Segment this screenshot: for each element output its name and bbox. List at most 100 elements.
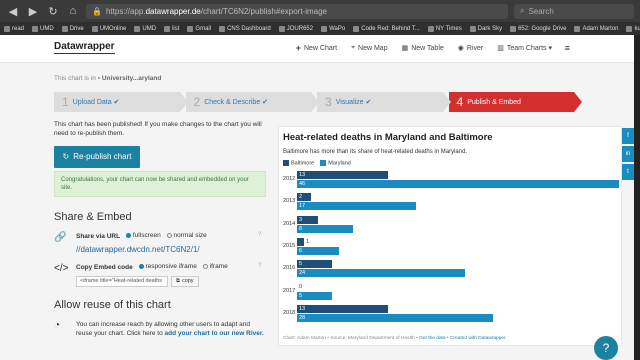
bookmark-item[interactable]: CNS Dashboard [219,25,271,32]
embed-code-input[interactable]: <iframe title="Heat-related deaths [76,275,168,287]
facebook-icon[interactable]: f [622,128,634,144]
normal-size-radio[interactable]: normal size [166,232,207,239]
url-bar[interactable]: 🔒 https://app.datawrapper.de/chart/TC6N2… [86,3,508,19]
window-edge [634,35,640,360]
step-upload-data[interactable]: 1 Upload Data ✔ [54,92,187,112]
year-label: 2017 [283,287,296,294]
reuse-heading: Allow reuse of this chart [54,298,171,311]
bookmark-item[interactable]: list [164,25,179,32]
bookmark-item[interactable]: JOUR652 [278,25,313,32]
link-icon: 🔗 [54,231,67,243]
step-visualize[interactable]: 3 Visualize ✔ [317,92,450,112]
bar-value-label: 17 [299,203,306,210]
browser-toolbar: ◀ ▶ ↻ ⌂ 🔒 https://app.datawrapper.de/cha… [0,0,640,22]
bookmark-item[interactable]: Dark Sky [469,25,502,32]
bookmark-item[interactable]: read [4,25,24,32]
fullscreen-radio[interactable]: fullscreen [125,232,161,239]
chart-legend: Baltimore Maryland [283,160,351,166]
share-url-link[interactable]: //datawrapper.dwcdn.net/TC6N2/1/ [76,245,248,254]
river-icon: ◉ [457,45,464,52]
year-label: 2012 [283,176,296,182]
bar-value-label: 6 [299,247,303,254]
help-icon[interactable]: ? [258,263,266,287]
bookmark-icon [134,25,141,32]
bookmark-item[interactable]: Adam Marton [574,25,618,32]
bar-chart-icon: ▥ [497,45,504,52]
menu-icon[interactable]: ≡ [565,43,570,53]
bookmark-icon [321,25,328,32]
browser-search-input[interactable]: ⌕ Search [514,3,634,19]
bar-baltimore: 5 [297,260,332,269]
help-chat-button[interactable]: ? [594,336,618,360]
bookmark-item[interactable]: kuler [626,25,640,32]
bar-value-label: 2 [299,194,303,201]
chart-preview: Heat-related deaths in Maryland and Balt… [278,126,622,346]
add-to-river-link[interactable]: add your chart to our new River. [165,330,264,337]
chart-title: Heat-related deaths in Maryland and Balt… [283,132,493,143]
help-icon[interactable]: ? [258,232,266,254]
table-icon: ▦ [401,45,409,52]
copy-icon: ⧉ [176,277,180,284]
bookmark-icon [61,25,68,32]
republish-button[interactable]: ↻ Re-publish chart [54,145,140,168]
back-icon[interactable]: ◀ [6,5,20,18]
plus-icon: + [295,43,301,53]
bar-value-label: 24 [299,270,306,277]
congrats-alert: Congratulations, your chart can now be s… [54,170,266,197]
new-chart-link[interactable]: + New Chart [296,43,337,53]
workflow-steps: 1 Upload Data ✔ 2 Check & Describe ✔ 3 Visu… [54,92,582,112]
bar-value-label: 8 [299,225,303,232]
bookmark-icon [510,25,517,32]
bar-baltimore: 3 [297,215,318,224]
publish-panel: This chart has been published! If you ma… [54,121,266,338]
bookmark-item[interactable]: Drive [61,25,84,32]
bookmark-item[interactable]: UMOnline [91,25,126,32]
copy-button[interactable]: ⧉ copy [171,275,199,287]
linkedin-icon[interactable]: in [622,146,634,162]
bookmark-icon [469,25,476,32]
lock-icon: 🔒 [92,6,102,16]
bookmark-item[interactable]: Code Red: Behind T... [353,25,420,32]
code-icon: </> [54,262,69,274]
home-icon[interactable]: ⌂ [66,5,80,17]
bar-maryland: 8 [297,224,353,233]
new-map-link[interactable]: ⌖ New Map [351,43,388,53]
year-label: 2015 [283,242,296,249]
bar-value-label: 13 [299,172,306,178]
reload-icon[interactable]: ↻ [46,5,60,18]
bookmark-item[interactable]: WaPo [321,25,345,32]
team-charts-dropdown[interactable]: ▥ Team Charts ▾ [497,43,552,53]
bookmark-icon [427,25,434,32]
bookmark-item[interactable]: UMD [134,25,156,32]
chart-folder-info: This chart is in ▪ University...aryland [54,75,162,82]
bookmark-item[interactable]: NY Times [427,25,462,32]
legend-item-baltimore: Baltimore [283,160,314,166]
forward-icon[interactable]: ▶ [26,5,40,18]
bookmarks-bar: read UMD Drive UMOnline UMD list Gmail CNS Dash… [0,22,640,35]
bookmark-icon [574,25,581,32]
bookmark-item[interactable]: Gmail [187,25,211,32]
responsive-iframe-radio[interactable]: responsive iframe [138,263,197,270]
bookmark-item[interactable]: UMD [32,25,54,32]
year-label: 2018 [283,309,296,316]
bar-baltimore: 13 [297,304,388,313]
bar-baltimore: 1 [297,237,309,246]
river-link[interactable]: ◉ River [458,43,483,53]
bookmark-icon [278,25,285,32]
step-publish-embed[interactable]: 4 Publish & Embed [448,92,582,112]
new-table-link[interactable]: ▦ New Table [402,43,444,53]
folder-link[interactable]: University...aryland [102,75,162,82]
get-data-link[interactable]: Get the data [419,336,445,341]
created-with-link[interactable]: Created with Datawrapper [450,336,506,341]
datawrapper-logo[interactable]: Datawrapper [54,41,115,54]
bar-baltimore: 13 [297,171,388,179]
app-header: Datawrapper + New Chart ⌖ New Map ▦ New Tab… [0,35,640,63]
bar-value-label: 28 [299,314,306,321]
step-check-describe[interactable]: 2 Check & Describe ✔ [185,92,319,112]
search-icon: ⌕ [520,6,525,15]
bookmark-icon [4,25,10,32]
twitter-icon[interactable]: t [622,164,634,180]
iframe-radio[interactable]: iframe [202,263,228,270]
bookmark-item[interactable]: 652: Google Drive [510,25,566,32]
bar-maryland: 5 [297,291,332,300]
